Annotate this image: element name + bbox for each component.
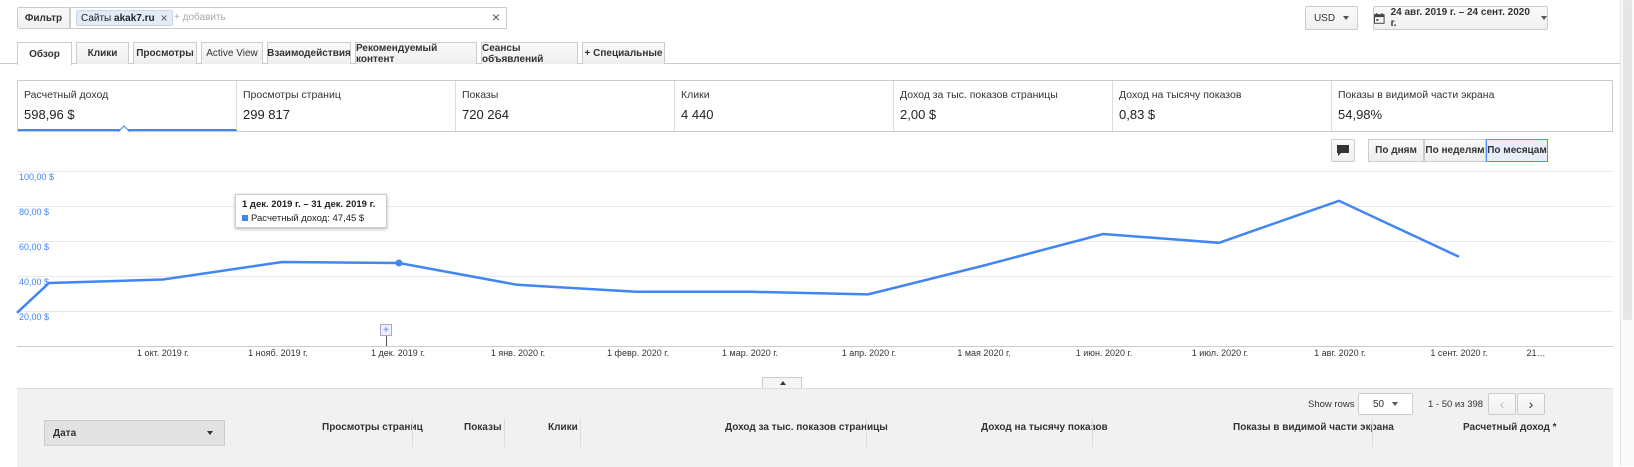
series-swatch [242, 215, 248, 221]
column-header[interactable]: Доход на тысячу показов [981, 422, 1108, 433]
chart-tooltip: 1 дек. 2019 г. – 31 дек. 2019 г. Расчетн… [235, 194, 387, 228]
chart-plot [16, 199, 1460, 314]
column-header[interactable]: Доход за тыс. показов страницы [725, 422, 888, 433]
column-separator [1092, 419, 1093, 447]
sort-desc-icon [207, 431, 213, 435]
column-separator [866, 419, 867, 447]
column-header[interactable]: Расчетный доход * [1463, 422, 1557, 433]
highlighted-data-point[interactable] [395, 259, 403, 267]
column-separator [1372, 419, 1373, 447]
column-separator [412, 419, 413, 447]
column-header[interactable]: Показы [464, 422, 502, 433]
annotation-tick [386, 336, 387, 346]
add-annotation-marker[interactable]: + [380, 324, 392, 336]
column-header[interactable]: Просмотры страниц [322, 422, 423, 433]
chevron-down-icon [1392, 402, 1399, 406]
pagination-label: 1 - 50 из 398 [1428, 399, 1484, 410]
prev-page-button[interactable]: ‹ [1488, 393, 1516, 415]
chevron-up-icon [780, 381, 786, 385]
collapse-chart-button[interactable] [762, 377, 802, 388]
column-header[interactable]: Клики [548, 422, 578, 433]
tooltip-title: 1 дек. 2019 г. – 31 дек. 2019 г. [242, 199, 376, 210]
scrollbar-thumb[interactable] [1623, 0, 1632, 320]
next-page-button[interactable]: › [1517, 393, 1545, 415]
tooltip-series-label: Расчетный доход: 47,45 $ [251, 213, 365, 224]
column-header[interactable]: Показы в видимой части экрана [1233, 422, 1394, 433]
scrollbar-track[interactable] [1620, 0, 1634, 466]
column-header: Дата [53, 428, 77, 439]
rows-value: 50 [1372, 398, 1385, 410]
show-rows-label: Show rows [1308, 399, 1355, 410]
rows-per-page-select[interactable]: 50 [1358, 393, 1413, 415]
date-column-header[interactable]: Дата [44, 420, 225, 446]
column-separator [504, 419, 505, 447]
revenue-line [16, 199, 1460, 314]
column-separator [580, 419, 581, 447]
